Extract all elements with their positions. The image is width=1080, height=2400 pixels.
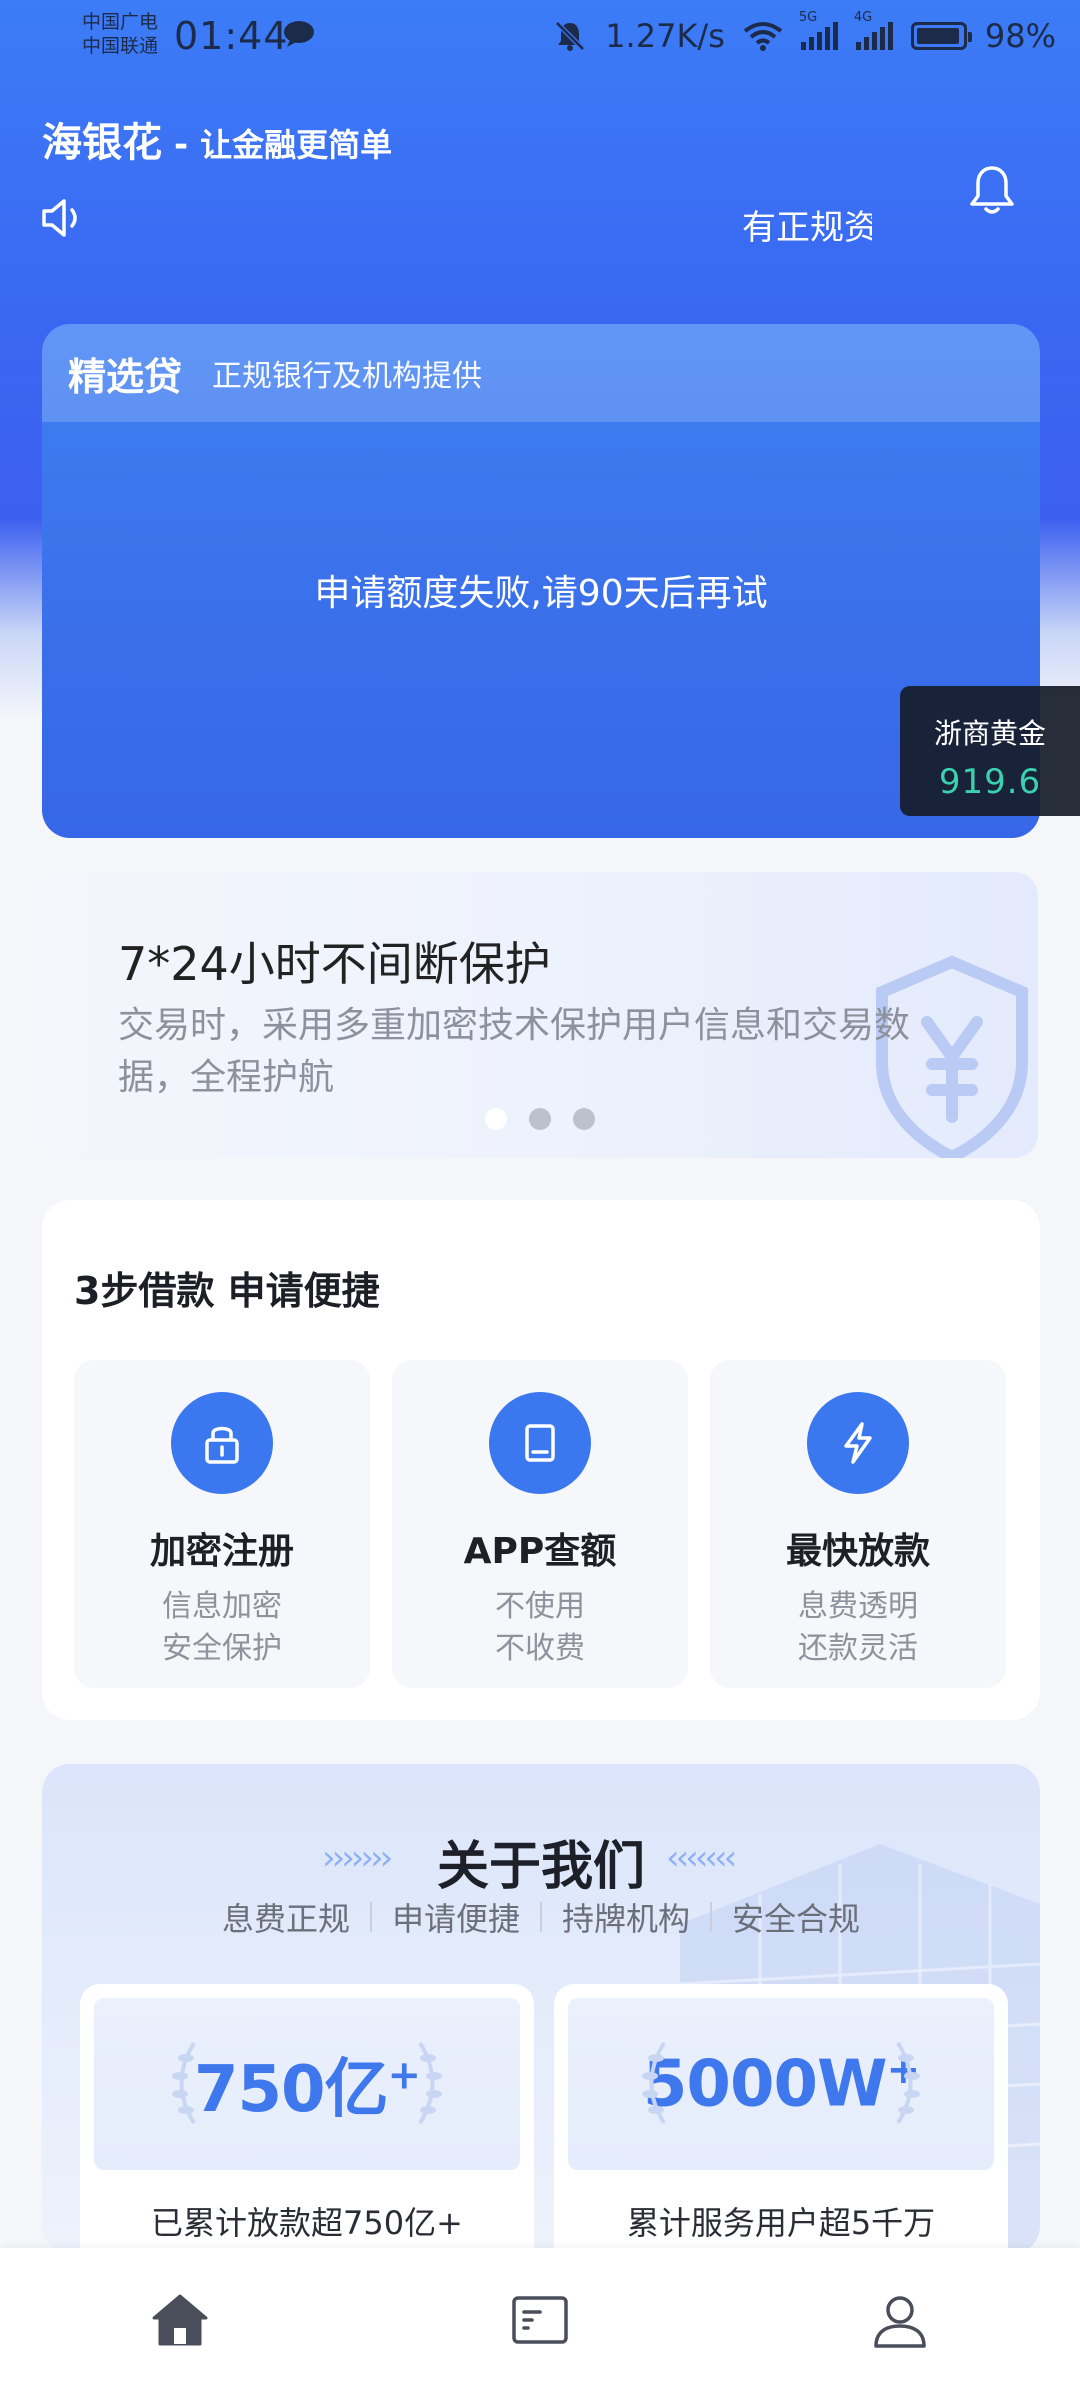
bottom-navigation — [0, 2248, 1080, 2400]
carrier-labels: 中国广电 中国联通 — [82, 10, 158, 58]
speaker-icon — [42, 199, 77, 237]
step-encrypted-register[interactable]: 加密注册 信息加密 安全保护 — [74, 1360, 370, 1688]
step-name: 最快放款 — [785, 1531, 930, 1572]
carrier-1: 中国广电 — [82, 11, 159, 33]
laurel-left-icon — [172, 2041, 196, 2125]
about-section: ››››››› 关于我们 ‹‹‹‹‹‹‹ 息费正规 申请便捷 持牌机构 安全合规… — [42, 1764, 1040, 2254]
tag-divider — [540, 1902, 542, 1932]
step-name: 加密注册 — [149, 1531, 294, 1572]
stat-value: 750亿+ — [193, 2052, 421, 2127]
signal-4g: 4G — [854, 10, 893, 50]
step-desc-line: 不使用 — [495, 1589, 585, 1624]
stat-caption: 累计服务用户超5千万 — [626, 2204, 936, 2242]
battery-icon — [910, 22, 972, 50]
banner-pagination — [42, 1108, 1038, 1130]
stat-highlight: 750亿+ — [94, 1998, 520, 2170]
step-desc-line: 安全保护 — [162, 1631, 282, 1666]
step-app-check-quota[interactable]: APP查额 不使用 不收费 — [392, 1360, 688, 1688]
list-icon[interactable] — [508, 2288, 572, 2352]
laurel-left-icon — [642, 2041, 666, 2125]
step-desc: 息费透明 还款灵活 — [710, 1586, 1006, 1670]
stat-card-users: 5000W+ 累计服务用户超5千万 — [554, 1984, 1008, 2254]
about-tag: 安全合规 — [732, 1900, 861, 1938]
app-name: 海银花 — [42, 120, 162, 166]
wifi-icon — [743, 22, 783, 51]
about-tag: 申请便捷 — [391, 1900, 520, 1938]
net-speed: 1.27K/s — [605, 17, 725, 55]
page-dot[interactable] — [573, 1108, 595, 1130]
loan-card-subtitle: 正规银行及机构提供 — [212, 359, 483, 394]
stat-value: 5000W+ — [642, 2046, 920, 2122]
loan-card-title: 精选贷 — [68, 354, 183, 399]
step-name: APP查额 — [463, 1531, 617, 1572]
brand-dash: - — [174, 125, 189, 165]
carrier-2: 中国联通 — [82, 35, 159, 57]
loan-status-message: 申请额度失败,请90天后再试 — [314, 573, 768, 614]
gold-name: 浙商黄金 — [933, 717, 1046, 750]
lock-icon — [171, 1392, 273, 1494]
protection-banner[interactable]: 7*24小时不间断保护 交易时，采用多重加密技术保护用户信息和交易数据，全程护航 — [42, 872, 1038, 1158]
tag-divider — [710, 1902, 713, 1932]
laurel-right-icon — [896, 2041, 920, 2125]
status-time: 01:44 — [174, 14, 289, 58]
protection-title: 7*24小时不间断保护 — [118, 937, 551, 991]
loan-card[interactable]: 精选贷 正规银行及机构提供 申请额度失败,请90天后再试 — [42, 324, 1040, 838]
about-title: 关于我们 — [436, 1837, 645, 1897]
battery-level: 98% — [984, 17, 1056, 55]
announcement-marquee[interactable]: 有正规资 — [742, 200, 872, 249]
step-fast-loan[interactable]: 最快放款 息费透明 还款灵活 — [710, 1360, 1006, 1688]
bell-icon[interactable] — [964, 162, 1020, 218]
stat-caption: 已累计放款超750亿+ — [151, 2204, 463, 2242]
lightning-icon — [807, 1392, 909, 1494]
step-desc-line: 信息加密 — [162, 1589, 282, 1624]
chevrons-left-icon: ‹‹‹‹‹‹‹ — [666, 1838, 737, 1878]
status-bar: 中国广电 中国联通 01:44 1.27K/s 5G 4G 98% — [0, 0, 1080, 72]
stat-highlight: 5000W+ — [568, 1998, 994, 2170]
page-dot[interactable] — [485, 1108, 507, 1130]
about-tag: 持牌机构 — [562, 1900, 691, 1938]
step-desc-line: 息费透明 — [798, 1589, 918, 1624]
tag-divider — [369, 1902, 372, 1932]
about-tags: 息费正规 申请便捷 持牌机构 安全合规 — [42, 1894, 1040, 1940]
step-desc: 不使用 不收费 — [392, 1586, 688, 1670]
step-desc-line: 不收费 — [495, 1631, 585, 1666]
steps-title: 3步借款 申请便捷 — [74, 1269, 380, 1313]
home-icon[interactable] — [148, 2288, 212, 2352]
mute-bell-icon — [555, 21, 585, 51]
laurel-right-icon — [418, 2041, 442, 2125]
gold-price-widget[interactable]: 浙商黄金 919.6 — [900, 686, 1080, 816]
tablet-icon — [489, 1392, 591, 1494]
gold-price: 919.6 — [938, 762, 1042, 802]
status-right: 1.27K/s 5G 4G 98% — [553, 10, 1056, 58]
app-slogan: 让金融更简单 — [200, 126, 393, 164]
loan-card-header: 精选贷 正规银行及机构提供 — [42, 324, 1040, 422]
about-tag: 息费正规 — [221, 1900, 350, 1938]
stat-card-loans: 750亿+ 已累计放款超750亿+ — [80, 1984, 534, 2254]
protection-description: 交易时，采用多重加密技术保护用户信息和交易数据，全程护航 — [118, 1005, 911, 1098]
step-desc: 信息加密 安全保护 — [74, 1586, 370, 1670]
loan-steps-section: 3步借款 申请便捷 加密注册 信息加密 安全保护 APP查额 不使用 不收费 最… — [42, 1200, 1040, 1720]
app-brand: 海银花 - 让金融更简单 — [42, 110, 392, 168]
profile-icon[interactable] — [868, 2288, 932, 2352]
message-icon — [284, 21, 314, 47]
page-dot[interactable] — [529, 1108, 551, 1130]
signal-5g: 5G — [799, 10, 838, 50]
step-desc-line: 还款灵活 — [798, 1631, 918, 1666]
